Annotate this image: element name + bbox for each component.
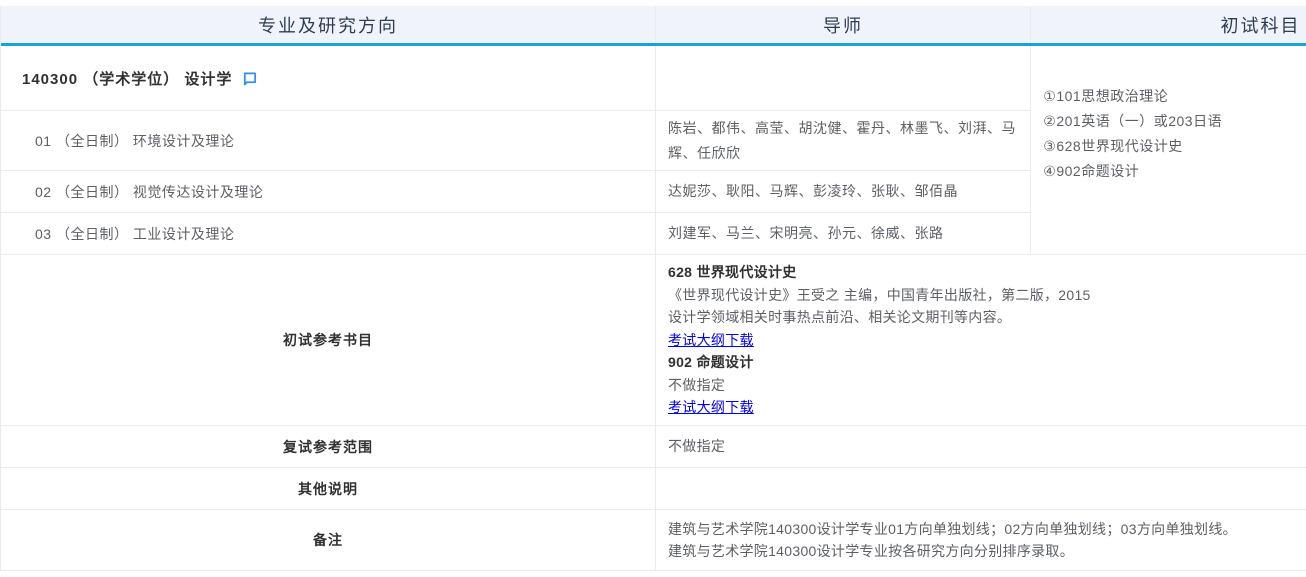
reference-line: 设计学领域相关时事热点前沿、相关论文期刊等内容。 xyxy=(668,306,1306,329)
other-notes-label: 其他说明 xyxy=(1,468,656,509)
direction-advisors: 陈岩、都伟、高莹、胡沈健、霍丹、林墨飞、刘湃、马辉、任欣欣 xyxy=(656,111,1031,170)
exam-subjects-cell: ①101思想政治理论 ②201英语（一）或203日语 ③628世界现代设计史 ④… xyxy=(1031,46,1306,254)
reference-books-row: 初试参考书目 628 世界现代设计史 《世界现代设计史》王受之 主编，中国青年出… xyxy=(1,255,1306,426)
direction-row: 03 （全日制） 工业设计及理论 刘建军、马兰、宋明亮、孙元、徐威、张路 xyxy=(1,213,1031,254)
exam-subject-line: ③628世界现代设计史 xyxy=(1043,134,1306,159)
reference-line: 628 世界现代设计史 xyxy=(668,261,1306,284)
direction-name: 01 （全日制） 环境设计及理论 xyxy=(1,111,656,170)
remark-line: 建筑与艺术学院140300设计学专业按各研究方向分别排序录取。 xyxy=(668,540,1306,563)
header-exam-column: 初试科目 xyxy=(1031,6,1306,43)
direction-name: 02 （全日制） 视觉传达设计及理论 xyxy=(1,171,656,212)
program-row: 140300 （学术学位） 设计学 xyxy=(1,46,1031,111)
program-section-left: 140300 （学术学位） 设计学 01 （全日制） 环境设计及理论 陈岩、都伟… xyxy=(1,46,1031,254)
exam-subject-line: ①101思想政治理论 xyxy=(1043,84,1306,109)
direction-advisors: 刘建军、马兰、宋明亮、孙元、徐威、张路 xyxy=(656,213,1031,254)
direction-name: 03 （全日制） 工业设计及理论 xyxy=(1,213,656,254)
other-notes-row: 其他说明 xyxy=(1,468,1306,510)
program-title-cell: 140300 （学术学位） 设计学 xyxy=(1,46,656,110)
program-section: 140300 （学术学位） 设计学 01 （全日制） 环境设计及理论 陈岩、都伟… xyxy=(1,46,1306,255)
remark-label: 备注 xyxy=(1,510,656,570)
program-title: 140300 （学术学位） 设计学 xyxy=(22,68,232,89)
remark-content: 建筑与艺术学院140300设计学专业01方向单独划线；02方向单独划线；03方向… xyxy=(656,510,1306,570)
comment-bubble-icon[interactable] xyxy=(242,71,257,86)
program-advisor-empty-cell xyxy=(656,46,1031,110)
direction-advisors: 达妮莎、耿阳、马辉、彭凌玲、张耿、邹佰晶 xyxy=(656,171,1031,212)
table-header-row: 专业及研究方向 导师 初试科目 xyxy=(1,6,1306,46)
exam-outline-download-link[interactable]: 考试大纲下载 xyxy=(668,329,754,352)
remark-line: 建筑与艺术学院140300设计学专业01方向单独划线；02方向单独划线；03方向… xyxy=(668,518,1306,541)
retest-scope-label: 复试参考范围 xyxy=(1,426,656,467)
reference-line: 不做指定 xyxy=(668,374,1306,397)
remark-row: 备注 建筑与艺术学院140300设计学专业01方向单独划线；02方向单独划线；0… xyxy=(1,510,1306,571)
reference-books-content: 628 世界现代设计史 《世界现代设计史》王受之 主编，中国青年出版社，第二版，… xyxy=(656,255,1306,425)
header-major-column: 专业及研究方向 xyxy=(1,6,656,43)
exam-outline-download-link[interactable]: 考试大纲下载 xyxy=(668,396,754,419)
header-advisor-column: 导师 xyxy=(656,6,1031,43)
reference-line: 902 命题设计 xyxy=(668,351,1306,374)
admissions-table: 专业及研究方向 导师 初试科目 140300 （学术学位） 设计学 xyxy=(0,6,1306,571)
exam-subject-line: ②201英语（一）或203日语 xyxy=(1043,109,1306,134)
reference-books-label: 初试参考书目 xyxy=(1,255,656,425)
exam-subject-line: ④902命题设计 xyxy=(1043,159,1306,184)
retest-scope-row: 复试参考范围 不做指定 xyxy=(1,426,1306,468)
retest-scope-content: 不做指定 xyxy=(656,426,1306,467)
admissions-page: 专业及研究方向 导师 初试科目 140300 （学术学位） 设计学 xyxy=(0,0,1306,577)
reference-line: 《世界现代设计史》王受之 主编，中国青年出版社，第二版，2015 xyxy=(668,284,1306,307)
direction-row: 02 （全日制） 视觉传达设计及理论 达妮莎、耿阳、马辉、彭凌玲、张耿、邹佰晶 xyxy=(1,171,1031,213)
other-notes-content xyxy=(656,468,1306,509)
direction-row: 01 （全日制） 环境设计及理论 陈岩、都伟、高莹、胡沈健、霍丹、林墨飞、刘湃、… xyxy=(1,111,1031,171)
